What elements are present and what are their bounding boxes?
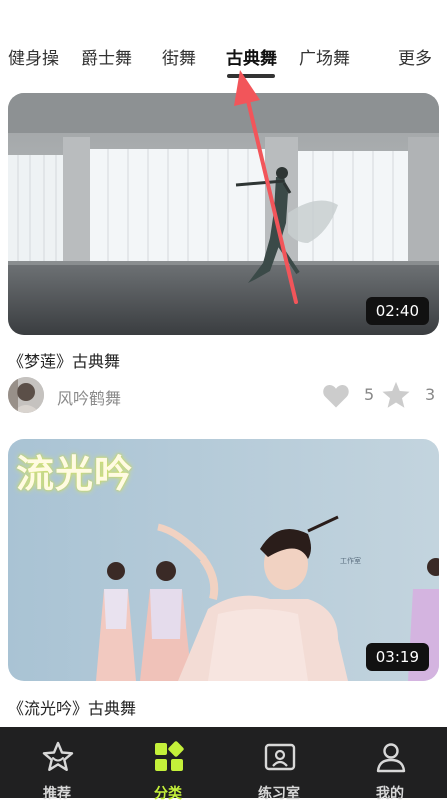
favorite-count: 3	[425, 385, 436, 404]
practice-room-icon	[264, 743, 296, 771]
heart-icon[interactable]	[321, 381, 351, 409]
video-card[interactable]: 02:40 《梦莲》古典舞 风吟鹤舞 5 3	[8, 93, 439, 413]
svg-text:工作室: 工作室	[340, 556, 361, 565]
nav-label: 推荐	[43, 786, 71, 802]
user-icon	[376, 743, 406, 773]
video-meta-row: 风吟鹤舞 5 3	[8, 377, 439, 417]
star-icon[interactable]	[381, 380, 411, 410]
nav-mine[interactable]: 我的	[334, 727, 446, 802]
like-count: 5	[364, 385, 375, 404]
active-tab-indicator	[227, 74, 275, 78]
author-avatar[interactable]	[8, 377, 44, 413]
nav-label: 我的	[376, 786, 404, 802]
nav-category[interactable]: 分类	[112, 727, 224, 802]
author-name[interactable]: 风吟鹤舞	[57, 385, 121, 409]
category-grid-icon	[155, 741, 184, 771]
nav-label: 分类	[154, 786, 182, 802]
nav-recommend[interactable]: 推荐	[1, 727, 113, 802]
video-duration: 02:40	[365, 297, 429, 325]
bottom-navigation: 推荐 分类 练习室 我的	[0, 727, 447, 802]
nav-practice-room[interactable]: 练习室	[223, 727, 335, 802]
tab-street-dance[interactable]: 街舞	[162, 44, 196, 69]
tab-square-dance[interactable]: 广场舞	[299, 44, 350, 69]
nav-label: 练习室	[258, 786, 300, 802]
tab-fitness[interactable]: 健身操	[8, 44, 59, 69]
tab-classical[interactable]: 古典舞	[226, 44, 277, 69]
video-title[interactable]: 《梦莲》古典舞	[8, 348, 120, 372]
video-duration: 03:19	[365, 643, 429, 671]
tab-jazz[interactable]: 爵士舞	[81, 44, 132, 69]
star-outline-icon	[42, 741, 74, 771]
video-overlay-title: 流光吟	[16, 452, 134, 496]
tab-more[interactable]: 更多	[398, 44, 432, 69]
video-thumbnail[interactable]: 工作室 流光吟 03:19	[8, 439, 439, 681]
video-thumbnail[interactable]: 02:40	[8, 93, 439, 335]
video-title[interactable]: 《流光吟》古典舞	[8, 695, 136, 719]
video-card[interactable]: 工作室 流光吟 03:19 《流光吟》古典舞	[8, 439, 439, 718]
category-tab-bar: 健身操 爵士舞 街舞 古典舞 广场舞 更多	[0, 0, 447, 84]
